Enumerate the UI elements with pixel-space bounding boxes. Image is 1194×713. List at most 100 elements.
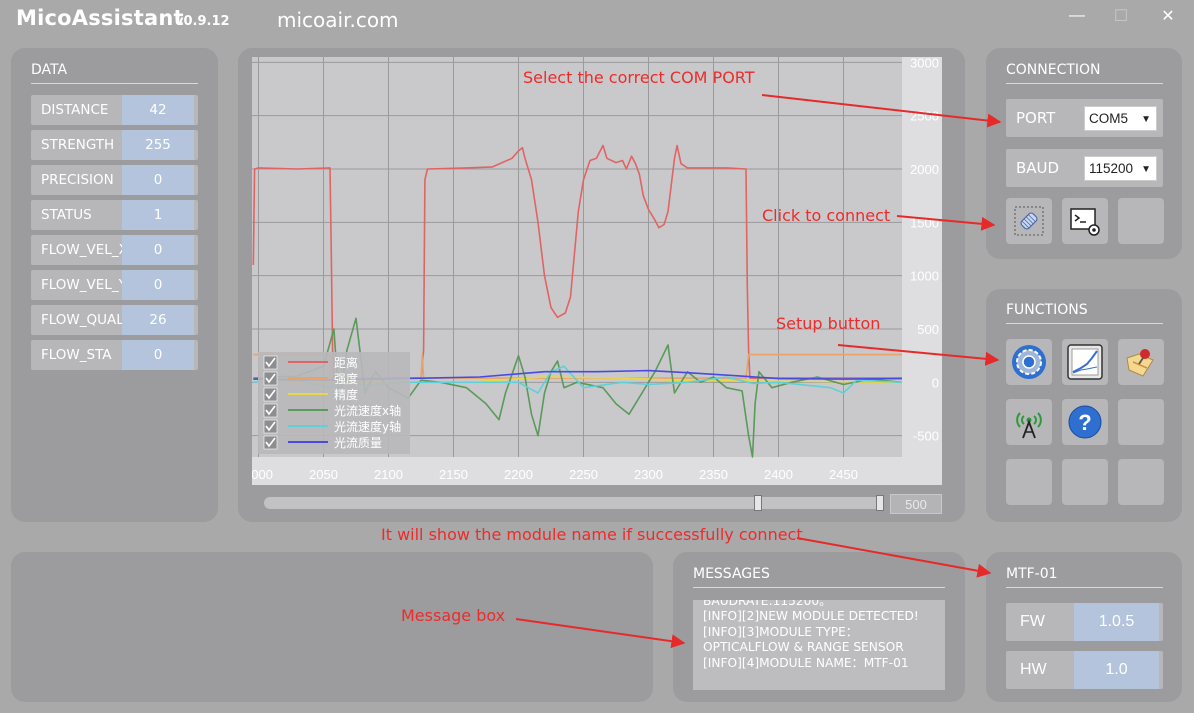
x-tick-label: 2350 bbox=[699, 467, 728, 482]
connect-button[interactable] bbox=[1006, 198, 1052, 244]
map-button[interactable] bbox=[1118, 339, 1164, 385]
close-button[interactable]: ✕ bbox=[1155, 4, 1181, 28]
data-row-value: 26 bbox=[122, 305, 194, 335]
messages-panel-divider bbox=[693, 587, 945, 588]
connection-panel-title: CONNECTION bbox=[1006, 62, 1101, 78]
hardware-value: 1.0 bbox=[1074, 651, 1159, 689]
app-name: MicoAssistant bbox=[16, 6, 184, 30]
line-chart[interactable]: 3000 2500 2000 1500 1000 500 0 -500 2000 2050 2100… bbox=[252, 57, 942, 485]
terminal-settings-button[interactable] bbox=[1062, 198, 1108, 244]
annotation-click-connect: Click to connect bbox=[762, 206, 891, 225]
y-tick-label: 2500 bbox=[910, 109, 939, 124]
empty-function-slot bbox=[1118, 459, 1164, 505]
data-row-value: 255 bbox=[122, 130, 194, 160]
help-icon: ? bbox=[1068, 405, 1102, 439]
hardware-row: HW 1.0 bbox=[1006, 651, 1163, 689]
port-select[interactable]: COM5 ▼ bbox=[1084, 106, 1157, 131]
x-tick-label: 2100 bbox=[374, 467, 403, 482]
hardware-label: HW bbox=[1020, 661, 1047, 678]
chevron-down-icon: ▼ bbox=[1141, 164, 1151, 175]
terminal-gear-icon bbox=[1070, 208, 1100, 236]
x-tick-label: 2250 bbox=[569, 467, 598, 482]
message-line: OPTICALFLOW & RANGE SENSOR bbox=[703, 640, 904, 655]
empty-connection-slot bbox=[1118, 198, 1164, 244]
data-row-flow-qual: FLOW_QUAL 26 bbox=[31, 305, 198, 335]
legend-label: 距离 bbox=[334, 355, 358, 370]
module-name: MTF-01 bbox=[1006, 566, 1058, 582]
data-row-flow-vel-y: FLOW_VEL_Y 0 bbox=[31, 270, 198, 300]
annotation-message-box: Message box bbox=[401, 606, 506, 625]
legend-label: 精度 bbox=[334, 387, 358, 402]
y-tick-label: 2000 bbox=[910, 162, 939, 177]
help-button[interactable]: ? bbox=[1062, 399, 1108, 445]
y-tick-label: 0 bbox=[932, 375, 939, 390]
x-tick-label: 2300 bbox=[634, 467, 663, 482]
x-tick-label: 2450 bbox=[829, 467, 858, 482]
x-tick-label: 2200 bbox=[504, 467, 533, 482]
legend-label: 光流质量 bbox=[334, 436, 382, 450]
data-row-label: FLOW_VEL_Y bbox=[41, 277, 123, 293]
message-line: [INFO][4]MODULE NAME：MTF-01 bbox=[703, 655, 909, 670]
data-row-value: 1 bbox=[122, 200, 194, 230]
maximize-icon: ☐ bbox=[1113, 8, 1129, 25]
chevron-down-icon: ▼ bbox=[1141, 114, 1151, 125]
x-tick-label: 2400 bbox=[764, 467, 793, 482]
data-row-label: STRENGTH bbox=[41, 137, 115, 153]
firmware-row: FW 1.0.5 bbox=[1006, 603, 1163, 641]
data-row-strength: STRENGTH 255 bbox=[31, 130, 198, 160]
data-row-value: 0 bbox=[122, 165, 194, 195]
empty-function-slot bbox=[1118, 399, 1164, 445]
data-row-label: STATUS bbox=[41, 207, 92, 223]
data-row-distance: DISTANCE 42 bbox=[31, 95, 198, 125]
data-row-value: 0 bbox=[122, 340, 194, 370]
annotation-setup-button: Setup button bbox=[776, 314, 881, 333]
y-tick-label: -500 bbox=[913, 429, 939, 444]
message-log[interactable]: BAUDRATE:115200。 [INFO][2]NEW MODULE DET… bbox=[693, 600, 945, 690]
baud-row: BAUD 115200 ▼ bbox=[1006, 149, 1163, 187]
port-row: PORT COM5 ▼ bbox=[1006, 99, 1163, 137]
minimize-button[interactable]: — bbox=[1064, 4, 1090, 28]
signal-button[interactable] bbox=[1006, 399, 1052, 445]
plot-settings-button[interactable] bbox=[1062, 339, 1108, 385]
app-version: v0.9.12 bbox=[175, 14, 230, 29]
scroll-handle-right[interactable] bbox=[876, 495, 884, 511]
gear-icon bbox=[1012, 345, 1046, 379]
data-row-value: 0 bbox=[122, 235, 194, 265]
x-tick-label: 2000 bbox=[252, 467, 273, 482]
data-panel-title: DATA bbox=[31, 62, 68, 78]
x-tick-label: 2050 bbox=[309, 467, 338, 482]
message-line: BAUDRATE:115200。 bbox=[703, 600, 832, 608]
app-website: micoair.com bbox=[277, 8, 399, 32]
module-panel-divider bbox=[1006, 587, 1163, 588]
window-size-input[interactable]: 500 bbox=[890, 494, 942, 514]
functions-panel-title: FUNCTIONS bbox=[1006, 302, 1088, 318]
scroll-handle-left[interactable] bbox=[754, 495, 762, 511]
maximize-button[interactable]: ☐ bbox=[1108, 4, 1134, 28]
legend-label: 光流速度y轴 bbox=[334, 419, 401, 434]
x-tick-label: 2150 bbox=[439, 467, 468, 482]
minimize-icon: — bbox=[1069, 7, 1085, 24]
setup-button[interactable] bbox=[1006, 339, 1052, 385]
legend-label: 强度 bbox=[334, 371, 358, 386]
data-row-label: PRECISION bbox=[41, 172, 114, 188]
baud-select[interactable]: 115200 ▼ bbox=[1084, 156, 1157, 181]
annotation-select-port: Select the correct COM PORT bbox=[523, 68, 755, 87]
chart-scrollbar[interactable] bbox=[264, 497, 884, 509]
close-icon: ✕ bbox=[1161, 8, 1175, 25]
firmware-label: FW bbox=[1020, 613, 1045, 630]
y-tick-label: 1500 bbox=[910, 215, 939, 230]
data-row-value: 42 bbox=[122, 95, 194, 125]
baud-label: BAUD bbox=[1016, 159, 1060, 177]
y-tick-label: 500 bbox=[917, 322, 939, 337]
data-row-flow-sta: FLOW_STA 0 bbox=[31, 340, 198, 370]
empty-function-slot bbox=[1006, 459, 1052, 505]
messages-panel-title: MESSAGES bbox=[693, 566, 770, 582]
connection-panel-divider bbox=[1006, 83, 1163, 84]
annotation-module-name-hint: It will show the module name if successf… bbox=[381, 525, 803, 544]
functions-panel-divider bbox=[1006, 323, 1163, 324]
legend-label: 光流速度x轴 bbox=[334, 403, 401, 418]
line-chart-icon bbox=[1067, 344, 1103, 380]
message-line: [INFO][2]NEW MODULE DETECTED! bbox=[703, 609, 919, 624]
message-line: [INFO][3]MODULE TYPE： bbox=[703, 624, 858, 639]
data-row-flow-vel-x: FLOW_VEL_X 0 bbox=[31, 235, 198, 265]
